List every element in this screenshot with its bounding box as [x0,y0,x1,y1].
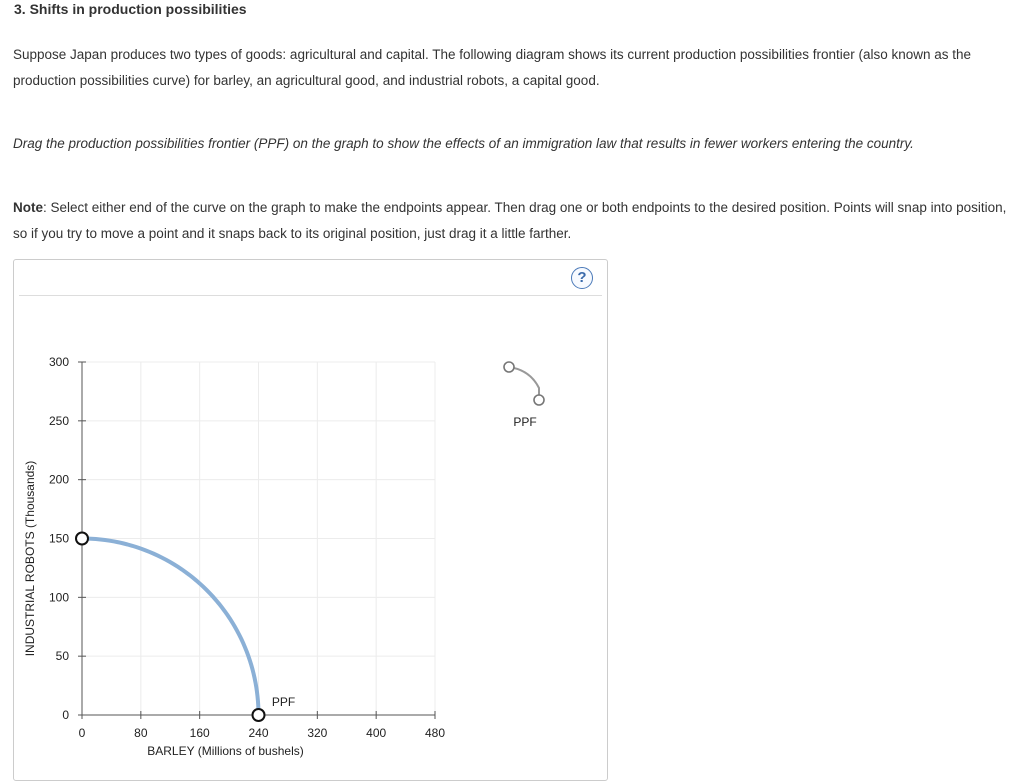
graph-gridlines [82,361,436,715]
ppf-tool-start-point[interactable] [503,361,515,373]
y-tick-label: 0 [62,708,69,722]
x-tick-label: 480 [425,726,445,740]
y-axis-title: INDUSTRIAL ROBOTS (Thousands) [23,461,37,657]
x-tick-label: 400 [366,726,386,740]
x-axis-title: BARLEY (Millions of bushels) [147,744,304,758]
x-tick-label: 80 [134,726,148,740]
question-note: Note: Select either end of the curve on … [13,195,1009,246]
y-tick-label: 100 [49,590,69,604]
ppf-curve-label: PPF [272,695,295,709]
y-tick-label: 150 [49,532,69,546]
ppf-tool-label: PPF [513,415,536,429]
graph-axes: 0 80 160 240 320 400 480 0 50 100 150 200 250 300 BARL… [23,355,445,758]
ppf-drawing-tool: PPF [503,361,545,429]
x-tick-label: 320 [307,726,327,740]
ppf-curve-layer: PPF [75,531,295,722]
x-tick-label: 160 [190,726,210,740]
y-tick-label: 300 [49,355,69,369]
question-instruction: Drag the production possibilities fronti… [13,136,914,151]
graph-panel: ? 0 80 160 240 320 400 480 0 50 100 150 200 250 300 BA… [13,259,608,781]
question-title: 3. Shifts in production possibilities [14,1,247,17]
note-label: Note [13,200,43,215]
y-tick-label: 250 [49,414,69,428]
ppf-curve[interactable] [80,536,261,717]
y-tick-label: 50 [56,649,70,663]
ppf-endpoint-y[interactable] [75,531,89,546]
ppf-tool-end-point[interactable] [533,394,545,406]
note-text: : Select either end of the curve on the … [13,200,1007,241]
question-intro: Suppose Japan produces two types of good… [13,47,972,88]
y-tick-label: 200 [49,473,69,487]
ppf-graph[interactable]: 0 80 160 240 320 400 480 0 50 100 150 200 250 300 BARL… [14,260,607,767]
x-tick-label: 240 [248,726,268,740]
ppf-tool-curve[interactable] [508,366,540,395]
x-tick-label: 0 [79,726,86,740]
ppf-endpoint-x[interactable] [251,708,266,722]
